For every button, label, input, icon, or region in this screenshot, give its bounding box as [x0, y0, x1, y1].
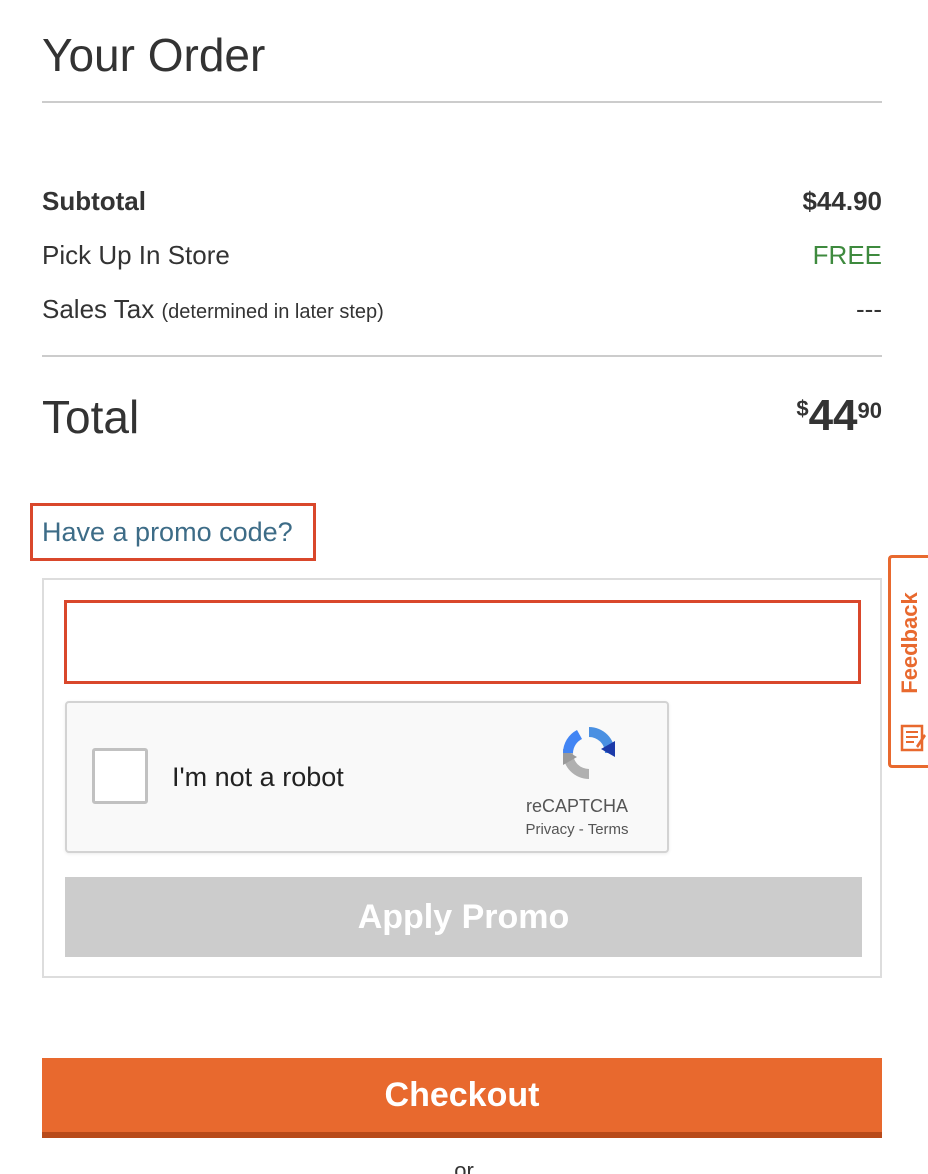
or-divider-text: or — [454, 1158, 474, 1174]
promo-code-link[interactable]: Have a promo code? — [30, 503, 316, 561]
subtotal-row: Subtotal $44.90 — [42, 186, 882, 217]
feedback-tab[interactable]: Feedback — [888, 555, 928, 768]
promo-code-input[interactable] — [64, 600, 861, 684]
total-currency: $ — [796, 396, 809, 421]
recaptcha-brand: reCAPTCHA — [525, 796, 628, 816]
order-summary-page: Your Order Subtotal $44.90 Pick Up In St… — [0, 0, 928, 1174]
total-dollars: 44 — [808, 391, 858, 440]
recaptcha-widget: I'm not a robot reCAPTCHA Privacy - Term… — [65, 701, 669, 853]
pickup-value: FREE — [812, 240, 882, 270]
recaptcha-terms-link[interactable]: Terms — [588, 821, 629, 838]
feedback-label: Feedback — [896, 592, 922, 694]
subtotal-label: Subtotal — [42, 186, 146, 216]
recaptcha-label: I'm not a robot — [172, 762, 344, 792]
recaptcha-links: Privacy - Terms — [507, 821, 647, 838]
subtotal-value: $44.90 — [802, 186, 882, 216]
summary-divider — [42, 355, 882, 357]
sales-tax-value: --- — [856, 294, 882, 324]
recaptcha-privacy-link[interactable]: Privacy — [525, 821, 574, 838]
recaptcha-links-separator: - — [574, 821, 588, 838]
feedback-form-icon — [900, 724, 926, 752]
checkout-button[interactable]: Checkout — [42, 1058, 882, 1138]
pickup-row: Pick Up In Store FREE — [42, 240, 882, 271]
total-amount: $ 44 90 — [796, 392, 882, 440]
recaptcha-checkbox[interactable] — [92, 748, 148, 804]
sales-tax-row: Sales Tax (determined in later step) --- — [42, 294, 882, 325]
total-label: Total — [42, 391, 140, 443]
pickup-label: Pick Up In Store — [42, 240, 230, 270]
sales-tax-label: Sales Tax — [42, 294, 155, 324]
total-cents: 90 — [857, 398, 882, 423]
promo-panel: I'm not a robot reCAPTCHA Privacy - Term… — [42, 578, 882, 978]
page-title: Your Order — [42, 29, 266, 81]
title-divider — [42, 101, 882, 103]
recaptcha-logo-icon — [563, 727, 615, 779]
total-row: Total $ 44 90 — [42, 386, 882, 456]
apply-promo-button[interactable]: Apply Promo — [65, 877, 862, 957]
sales-tax-note: (determined in later step) — [161, 301, 384, 323]
sales-tax-label-group: Sales Tax (determined in later step) — [42, 294, 384, 325]
